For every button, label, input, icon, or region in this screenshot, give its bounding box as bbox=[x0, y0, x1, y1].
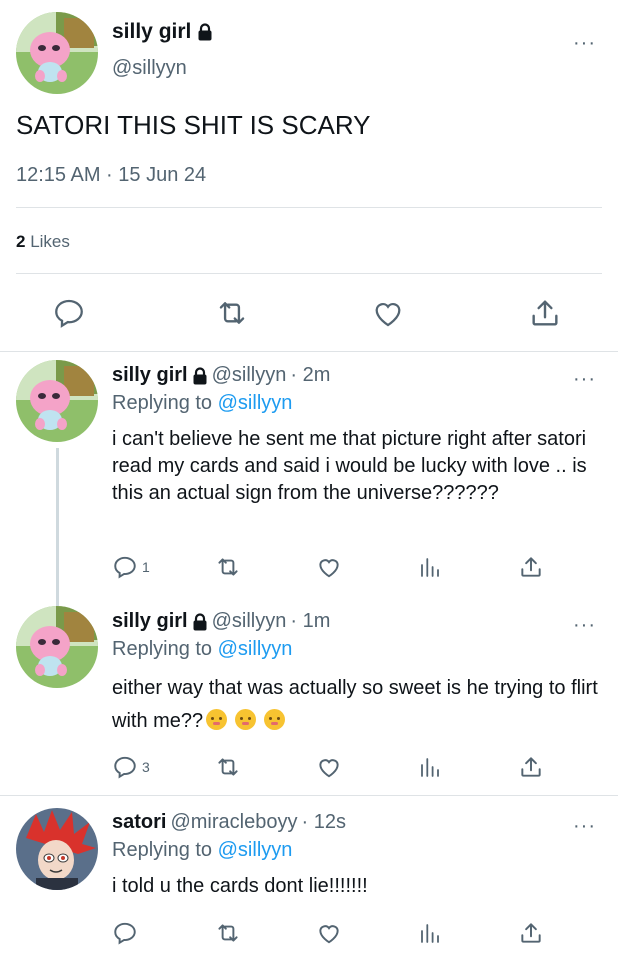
share-button[interactable] bbox=[518, 754, 544, 780]
retweet-button[interactable] bbox=[214, 920, 242, 946]
reply-icon bbox=[114, 556, 136, 579]
divider bbox=[0, 351, 618, 352]
analytics-icon bbox=[421, 558, 439, 577]
display-name[interactable]: silly girl bbox=[112, 610, 188, 633]
reply-icon bbox=[114, 756, 136, 779]
reply-time[interactable]: · 12s bbox=[301, 811, 345, 834]
reply-text-block: either way that was actually so sweet is… bbox=[112, 672, 602, 738]
handle[interactable]: @sillyyn bbox=[212, 364, 287, 387]
analytics-icon bbox=[421, 758, 439, 777]
display-name-text: silly girl bbox=[112, 20, 192, 43]
tweet-timestamp[interactable]: 12:15 AM · 15 Jun 24 bbox=[16, 164, 206, 187]
thread-connector bbox=[56, 448, 59, 606]
more-options-icon[interactable]: ··· bbox=[573, 615, 596, 635]
avatar[interactable] bbox=[16, 360, 98, 442]
display-name[interactable]: silly girl bbox=[112, 20, 213, 44]
likes-number: 2 bbox=[16, 232, 26, 251]
share-icon bbox=[521, 557, 541, 577]
mention-link[interactable]: @sillyyn bbox=[218, 392, 293, 414]
like-button[interactable] bbox=[316, 554, 342, 580]
like-button[interactable] bbox=[316, 754, 342, 780]
blush-kiss-emoji bbox=[235, 709, 257, 730]
mention-link[interactable]: @sillyyn bbox=[218, 638, 293, 660]
tweet-text: SATORI THIS SHIT IS SCARY bbox=[16, 110, 371, 140]
replying-to: Replying to @sillyyn bbox=[112, 839, 292, 862]
reply-header: satori @miracleboyy · 12s bbox=[112, 811, 346, 834]
analytics-icon bbox=[421, 924, 439, 943]
replying-to: Replying to @sillyyn bbox=[112, 392, 292, 415]
replying-prefix: Replying to bbox=[112, 392, 213, 414]
blush-kiss-emoji bbox=[206, 709, 228, 730]
reply-text: i can't believe he sent me that picture … bbox=[112, 428, 587, 504]
mention-link[interactable]: @sillyyn bbox=[218, 839, 293, 861]
reply-time[interactable]: · 2m bbox=[290, 364, 330, 387]
share-button[interactable] bbox=[518, 554, 544, 580]
reply-text: either way that was actually so sweet is… bbox=[112, 677, 598, 732]
more-options-icon[interactable]: ··· bbox=[573, 816, 596, 836]
reply-button[interactable] bbox=[52, 296, 86, 330]
reply-button[interactable]: 1 bbox=[112, 554, 150, 580]
handle[interactable]: @sillyyn bbox=[212, 610, 287, 633]
lock-icon bbox=[193, 612, 207, 630]
tweet-actions bbox=[0, 290, 618, 336]
analytics-button[interactable] bbox=[418, 920, 442, 946]
divider bbox=[16, 273, 602, 274]
heart-icon bbox=[319, 559, 339, 578]
blush-kiss-emoji bbox=[264, 709, 286, 730]
analytics-button[interactable] bbox=[418, 554, 442, 580]
share-button[interactable] bbox=[528, 296, 562, 330]
share-icon bbox=[521, 757, 541, 777]
lock-icon bbox=[198, 23, 212, 41]
reply-icon bbox=[55, 299, 83, 328]
heart-icon bbox=[319, 759, 339, 778]
reply-time[interactable]: · 1m bbox=[290, 610, 330, 633]
share-icon bbox=[532, 300, 558, 326]
handle[interactable]: @sillyyn bbox=[112, 57, 187, 80]
share-button[interactable] bbox=[518, 920, 544, 946]
display-name[interactable]: satori bbox=[112, 811, 166, 834]
handle[interactable]: @miracleboyy bbox=[170, 811, 297, 834]
share-icon bbox=[521, 923, 541, 943]
reply-button[interactable]: 3 bbox=[112, 754, 150, 780]
retweet-icon bbox=[218, 758, 238, 776]
reply-icon bbox=[114, 922, 136, 945]
divider bbox=[0, 795, 618, 796]
analytics-button[interactable] bbox=[418, 754, 442, 780]
divider bbox=[16, 207, 602, 208]
avatar[interactable] bbox=[16, 12, 98, 94]
replying-to: Replying to @sillyyn bbox=[112, 638, 292, 661]
retweet-icon bbox=[218, 558, 238, 576]
display-name[interactable]: silly girl bbox=[112, 364, 188, 387]
avatar[interactable] bbox=[16, 808, 98, 890]
like-button[interactable] bbox=[316, 920, 342, 946]
main-tweet: silly girl @sillyyn ··· SATORI THIS SHIT… bbox=[0, 0, 618, 352]
heart-icon bbox=[375, 302, 401, 327]
more-options-icon[interactable]: ··· bbox=[573, 33, 596, 53]
lock-icon bbox=[193, 366, 207, 384]
reply-button[interactable] bbox=[112, 920, 138, 946]
retweet-icon bbox=[218, 924, 238, 942]
heart-icon bbox=[319, 925, 339, 944]
like-button[interactable] bbox=[370, 296, 406, 330]
reply-count: 1 bbox=[142, 559, 150, 575]
retweet-button[interactable] bbox=[214, 296, 250, 330]
avatar[interactable] bbox=[16, 606, 98, 688]
likes-count[interactable]: 2 Likes bbox=[16, 232, 70, 252]
retweet-button[interactable] bbox=[214, 554, 242, 580]
replying-prefix: Replying to bbox=[112, 638, 213, 660]
reply-header: silly girl @sillyyn · 2m bbox=[112, 364, 330, 387]
reply-text: i told u the cards dont lie!!!!!!! bbox=[112, 875, 368, 897]
replying-prefix: Replying to bbox=[112, 839, 213, 861]
reply-header: silly girl @sillyyn · 1m bbox=[112, 610, 330, 633]
more-options-icon[interactable]: ··· bbox=[573, 369, 596, 389]
retweet-button[interactable] bbox=[214, 754, 242, 780]
retweet-icon bbox=[219, 302, 245, 324]
likes-label: Likes bbox=[30, 232, 70, 251]
reply-count: 3 bbox=[142, 759, 150, 775]
